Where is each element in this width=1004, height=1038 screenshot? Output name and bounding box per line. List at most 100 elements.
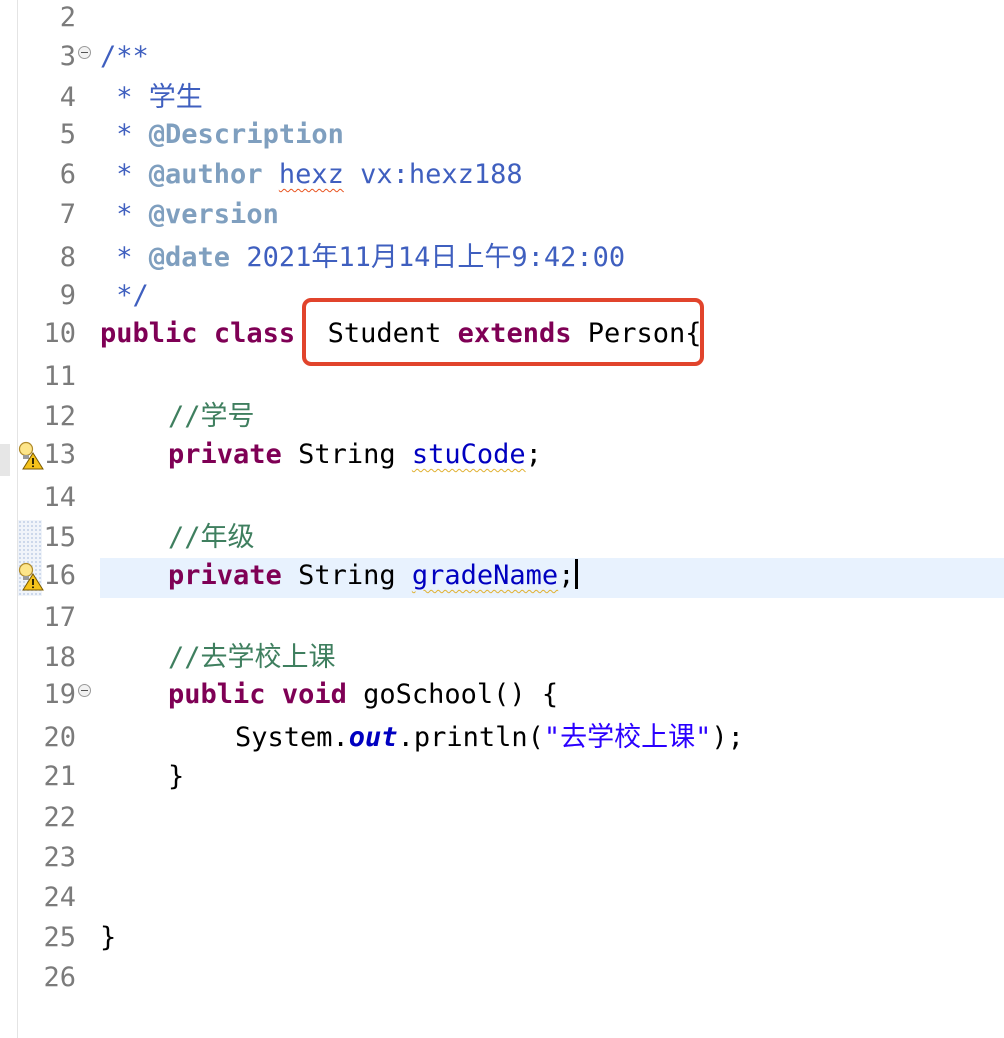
comment: //去学校上课 <box>168 642 336 673</box>
code-line[interactable]: 5 * @Description <box>0 115 1004 155</box>
semicolon: ; <box>525 439 542 470</box>
code-text: //年级 <box>168 518 255 558</box>
code-text: * 学生 <box>100 78 203 118</box>
line-number: 5 <box>59 119 76 150</box>
code-text: } <box>168 757 184 797</box>
code-line[interactable]: 19 public void goSchool() { <box>0 675 1004 715</box>
keyword: class <box>213 318 296 349</box>
code-line[interactable]: 15 //年级 <box>0 518 1004 558</box>
line-number: 19 <box>43 679 76 710</box>
line-number: 24 <box>43 882 76 913</box>
keyword: void <box>281 679 347 710</box>
code-line[interactable]: 25 } <box>0 918 1004 958</box>
code-line[interactable]: 18 //去学校上课 <box>0 638 1004 678</box>
javadoc-tag: @author <box>148 159 263 190</box>
code-text: //学号 <box>168 397 255 437</box>
code-line[interactable]: 4 * 学生 <box>0 78 1004 118</box>
code-line[interactable]: 12 //学号 <box>0 397 1004 437</box>
code-line[interactable]: 16 private String gradeName; <box>0 556 1004 596</box>
code-line[interactable]: 21 } <box>0 757 1004 797</box>
code-editor[interactable]: 2 3 /** 4 * 学生 5 * @Description 6 * @aut… <box>0 0 1004 1038</box>
javadoc-text: 学生 <box>148 82 203 113</box>
line-number: 12 <box>43 401 76 432</box>
javadoc-tag: @version <box>148 199 279 230</box>
javadoc-open: /** <box>100 41 149 72</box>
line-number: 6 <box>59 159 76 190</box>
line-number: 25 <box>43 922 76 953</box>
line-number: 2 <box>59 2 76 33</box>
semicolon: ; <box>558 560 575 591</box>
text-cursor <box>575 559 579 589</box>
javadoc-star: * <box>100 159 149 190</box>
code-line[interactable]: 17 <box>0 598 1004 638</box>
code-line[interactable]: 23 <box>0 838 1004 878</box>
closing-brace: } <box>100 922 117 953</box>
javadoc-close: */ <box>100 280 149 311</box>
line-number: 26 <box>43 962 76 993</box>
javadoc-tag: @Description <box>148 119 344 150</box>
code-text: * @author hexz vx:hexz188 <box>100 155 523 195</box>
javadoc-star: * <box>100 242 149 273</box>
javadoc-star: * <box>100 119 149 150</box>
lightbulb-warning-icon[interactable] <box>18 562 44 592</box>
line-number: 16 <box>43 560 76 591</box>
code-text: System.out.println("去学校上课"); <box>235 718 744 758</box>
code-text: */ <box>100 276 149 316</box>
code-line[interactable]: 22 <box>0 798 1004 838</box>
line-number: 8 <box>59 242 76 273</box>
call-close: ); <box>711 722 744 753</box>
code-line[interactable]: 6 * @author hexz vx:hexz188 <box>0 155 1004 195</box>
method-signature: goSchool() { <box>363 679 559 710</box>
annotation-highlight-box <box>302 298 704 366</box>
code-line[interactable]: 7 * @version <box>0 195 1004 235</box>
code-text: } <box>100 918 116 958</box>
code-text: * @version <box>100 195 279 235</box>
code-text: private String gradeName; <box>168 556 579 596</box>
keyword: public <box>100 318 198 349</box>
line-number: 15 <box>43 522 76 553</box>
collapse-toggle-icon[interactable] <box>78 46 91 59</box>
code-line[interactable]: 2 <box>0 0 1004 38</box>
code-line[interactable]: 20 System.out.println("去学校上课"); <box>0 718 1004 758</box>
javadoc-tag: @date <box>148 242 231 273</box>
line-number: 21 <box>43 761 76 792</box>
line-number: 13 <box>43 439 76 470</box>
line-number: 10 <box>43 318 76 349</box>
method-call: .println( <box>397 722 544 753</box>
line-number: 18 <box>43 642 76 673</box>
code-text: //去学校上课 <box>168 638 336 678</box>
closing-brace: } <box>168 761 185 792</box>
string-literal: "去学校上课" <box>543 722 712 753</box>
code-line[interactable]: 14 <box>0 478 1004 518</box>
code-line[interactable]: 13 private String stuCode; <box>0 435 1004 475</box>
javadoc-text: vx:hexz188 <box>343 159 523 190</box>
keyword: public <box>168 679 266 710</box>
spelling-error-word[interactable]: hexz <box>279 159 344 190</box>
code-text: * @date 2021年11月14日上午9:42:00 <box>100 238 625 278</box>
code-line[interactable]: 3 /** <box>0 37 1004 77</box>
code-line[interactable]: 26 <box>0 958 1004 998</box>
javadoc-text: 2021年11月14日上午9:42:00 <box>230 242 626 273</box>
line-number: 22 <box>43 802 76 833</box>
line-number: 7 <box>59 199 76 230</box>
code-text: /** <box>100 37 149 77</box>
keyword: private <box>168 439 282 470</box>
type-name: String <box>298 439 396 470</box>
static-field: out <box>348 722 398 753</box>
class-ref: System. <box>235 722 349 753</box>
line-number: 3 <box>59 41 76 72</box>
line-number: 23 <box>43 842 76 873</box>
collapse-toggle-icon[interactable] <box>78 684 91 697</box>
keyword: private <box>168 560 282 591</box>
code-line[interactable]: 8 * @date 2021年11月14日上午9:42:00 <box>0 238 1004 278</box>
code-line[interactable]: 24 <box>0 878 1004 918</box>
field-name[interactable]: stuCode <box>412 439 526 470</box>
javadoc-star: * <box>100 199 149 230</box>
field-name[interactable]: gradeName <box>412 560 558 591</box>
type-name: String <box>298 560 396 591</box>
line-number: 11 <box>43 361 76 392</box>
lightbulb-warning-icon[interactable] <box>18 441 44 471</box>
code-text: private String stuCode; <box>168 435 542 475</box>
comment: //学号 <box>168 401 255 432</box>
